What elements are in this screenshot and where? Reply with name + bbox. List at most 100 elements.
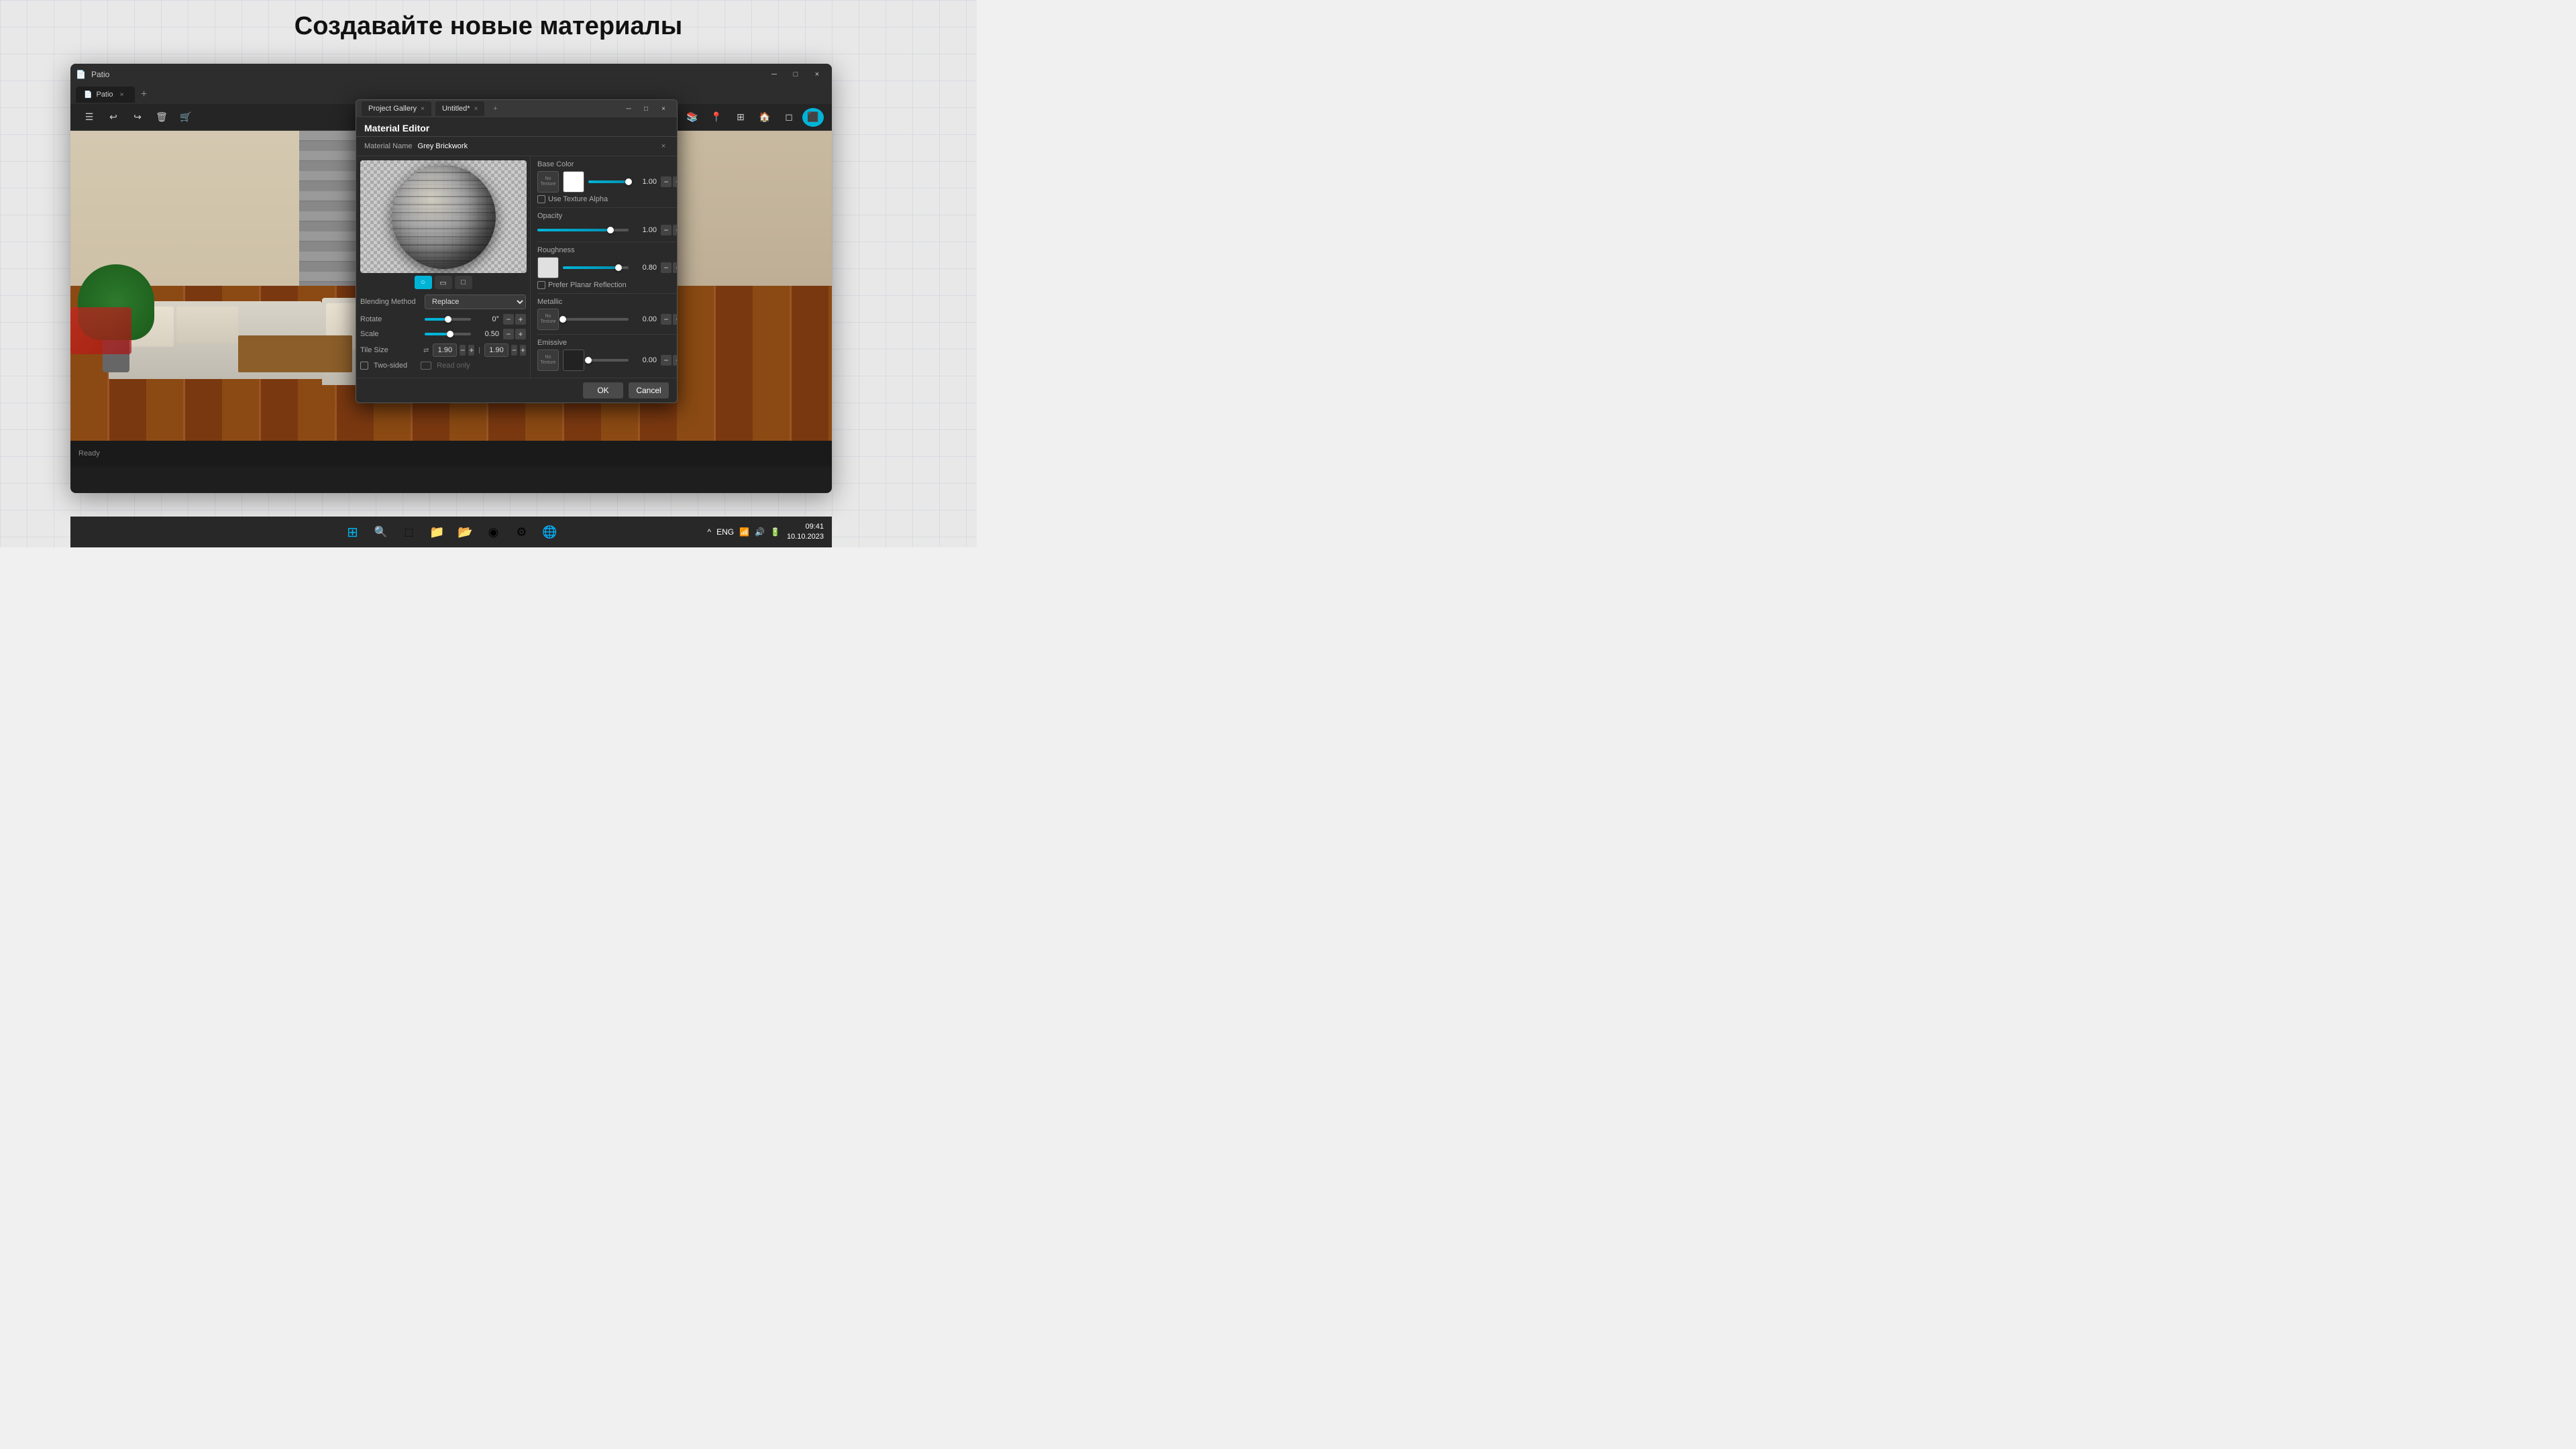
- me-emissive-thumb[interactable]: [585, 357, 592, 364]
- me-emissive-plus[interactable]: +: [673, 355, 678, 366]
- me-ok-button[interactable]: OK: [583, 382, 623, 398]
- me-tab2-close[interactable]: ×: [474, 105, 478, 113]
- tab-patio[interactable]: 📄 Patio ×: [76, 87, 135, 103]
- maximize-button[interactable]: □: [786, 68, 805, 81]
- me-tab1-close[interactable]: ×: [421, 105, 425, 113]
- me-rotate-minus[interactable]: −: [503, 314, 514, 325]
- me-opacity-thumb[interactable]: [607, 227, 614, 233]
- me-roughness-swatch[interactable]: [537, 257, 559, 278]
- me-read-only-checkbox[interactable]: [421, 362, 431, 370]
- me-scale-slider[interactable]: [425, 333, 471, 335]
- me-tile-x-plus[interactable]: +: [468, 345, 474, 356]
- cube-solid-button[interactable]: ⬛: [802, 108, 824, 127]
- chrome-button[interactable]: ◉: [482, 520, 506, 544]
- me-metallic-plus[interactable]: +: [673, 314, 678, 325]
- start-button[interactable]: ⊞: [341, 520, 365, 544]
- me-base-texture[interactable]: NoTexture: [537, 171, 559, 193]
- me-metallic-texture[interactable]: NoTexture: [537, 309, 559, 330]
- me-base-color-swatch[interactable]: [563, 171, 584, 193]
- tray-expand[interactable]: ^: [707, 527, 711, 537]
- me-roughness-slider[interactable]: [563, 266, 629, 269]
- me-preview-cube-tab[interactable]: □: [455, 276, 472, 289]
- me-maximize[interactable]: □: [638, 102, 654, 115]
- me-metallic-value: 0.00: [633, 315, 657, 323]
- me-right-panel: Base Color NoTexture 1.00 − + Use Textu: [531, 156, 678, 378]
- me-emissive-texture[interactable]: NoTexture: [537, 350, 559, 371]
- me-opacity-slider[interactable]: [537, 229, 629, 231]
- me-use-texture-checkbox[interactable]: [537, 195, 545, 203]
- me-tile-y-minus[interactable]: −: [511, 345, 517, 356]
- undo-button[interactable]: ↩: [103, 108, 124, 127]
- me-minimize[interactable]: ─: [621, 102, 637, 115]
- me-emissive-swatch[interactable]: [563, 350, 584, 371]
- me-rotate-thumb[interactable]: [445, 316, 451, 323]
- me-scale-minus[interactable]: −: [503, 329, 514, 339]
- cube-outline-button[interactable]: ◻: [778, 108, 800, 127]
- me-name-close[interactable]: ×: [658, 141, 669, 152]
- me-divider-1: [537, 207, 678, 208]
- me-base-plus[interactable]: +: [673, 176, 678, 187]
- library-button[interactable]: 📚: [682, 108, 703, 127]
- me-roughness-thumb[interactable]: [615, 264, 622, 271]
- me-tab-gallery-label: Project Gallery: [368, 105, 417, 113]
- me-close[interactable]: ×: [655, 102, 672, 115]
- close-button[interactable]: ×: [808, 68, 826, 81]
- me-tab-add[interactable]: +: [488, 102, 502, 115]
- me-prefer-planar-checkbox[interactable]: [537, 281, 545, 289]
- search-taskbar-button[interactable]: 🔍: [369, 520, 393, 544]
- me-preview-area: [360, 160, 527, 273]
- me-tab-gallery[interactable]: Project Gallery ×: [362, 101, 431, 116]
- me-tile-row: Tile Size ⇄ − + | − +: [360, 341, 526, 359]
- me-rotate-slider[interactable]: [425, 318, 471, 321]
- me-opacity-plus[interactable]: +: [673, 225, 678, 235]
- me-metallic-minus[interactable]: −: [661, 314, 672, 325]
- me-tile-x-input[interactable]: [433, 343, 457, 357]
- menu-button[interactable]: ☰: [78, 108, 100, 127]
- me-tile-y-plus[interactable]: +: [520, 345, 526, 356]
- time-display: 09:41: [787, 522, 824, 532]
- me-preview-tabs: ○ ▭ □: [360, 276, 526, 289]
- me-blending-label: Blending Method: [360, 298, 421, 306]
- layout-button[interactable]: ⊞: [730, 108, 751, 127]
- me-preview-sphere: [392, 165, 496, 269]
- house-button[interactable]: 🏠: [754, 108, 775, 127]
- me-tile-y-input[interactable]: [484, 343, 508, 357]
- me-metallic-slider[interactable]: [563, 318, 629, 321]
- me-preview-sphere-tab[interactable]: ○: [415, 276, 432, 289]
- me-scale-plus[interactable]: +: [515, 329, 526, 339]
- task-view-button[interactable]: ⬚: [397, 520, 421, 544]
- me-tile-x-minus[interactable]: −: [460, 345, 466, 356]
- delete-button[interactable]: 🗑: [151, 108, 172, 127]
- me-two-sided-label: Two-sided: [374, 362, 407, 370]
- files-button[interactable]: 📁: [425, 520, 449, 544]
- me-opacity-fill: [537, 229, 610, 231]
- me-preview-plane-tab[interactable]: ▭: [435, 276, 452, 289]
- me-two-sided-checkbox[interactable]: [360, 362, 368, 370]
- app-button[interactable]: 🌐: [538, 520, 562, 544]
- me-tab-untitled[interactable]: Untitled* ×: [435, 101, 484, 116]
- cart-button[interactable]: 🛒: [175, 108, 197, 127]
- settings-taskbar-button[interactable]: ⚙: [510, 520, 534, 544]
- me-base-pm: − +: [661, 176, 678, 187]
- pin-button[interactable]: 📍: [706, 108, 727, 127]
- me-cancel-button[interactable]: Cancel: [629, 382, 669, 398]
- me-rotate-label: Rotate: [360, 315, 421, 323]
- minimize-button[interactable]: ─: [765, 68, 784, 81]
- me-roughness-plus[interactable]: +: [673, 262, 678, 273]
- taskbar: ⊞ 🔍 ⬚ 📁 📂 ◉ ⚙ 🌐 ^ ENG 📶 🔊 🔋 09:41 10.10.…: [70, 517, 832, 547]
- me-base-thumb[interactable]: [625, 178, 632, 185]
- me-opacity-minus[interactable]: −: [661, 225, 672, 235]
- me-rotate-plus[interactable]: +: [515, 314, 526, 325]
- tab-close-button[interactable]: ×: [117, 90, 127, 99]
- me-scale-thumb[interactable]: [447, 331, 453, 337]
- me-emissive-minus[interactable]: −: [661, 355, 672, 366]
- me-metallic-thumb[interactable]: [559, 316, 566, 323]
- me-base-color-slider[interactable]: [588, 180, 629, 183]
- me-base-minus[interactable]: −: [661, 176, 672, 187]
- folder-button[interactable]: 📂: [453, 520, 478, 544]
- me-emissive-slider[interactable]: [588, 359, 629, 362]
- me-roughness-minus[interactable]: −: [661, 262, 672, 273]
- tab-add-button[interactable]: +: [138, 88, 151, 101]
- me-blending-select[interactable]: Replace: [425, 294, 526, 309]
- redo-button[interactable]: ↪: [127, 108, 148, 127]
